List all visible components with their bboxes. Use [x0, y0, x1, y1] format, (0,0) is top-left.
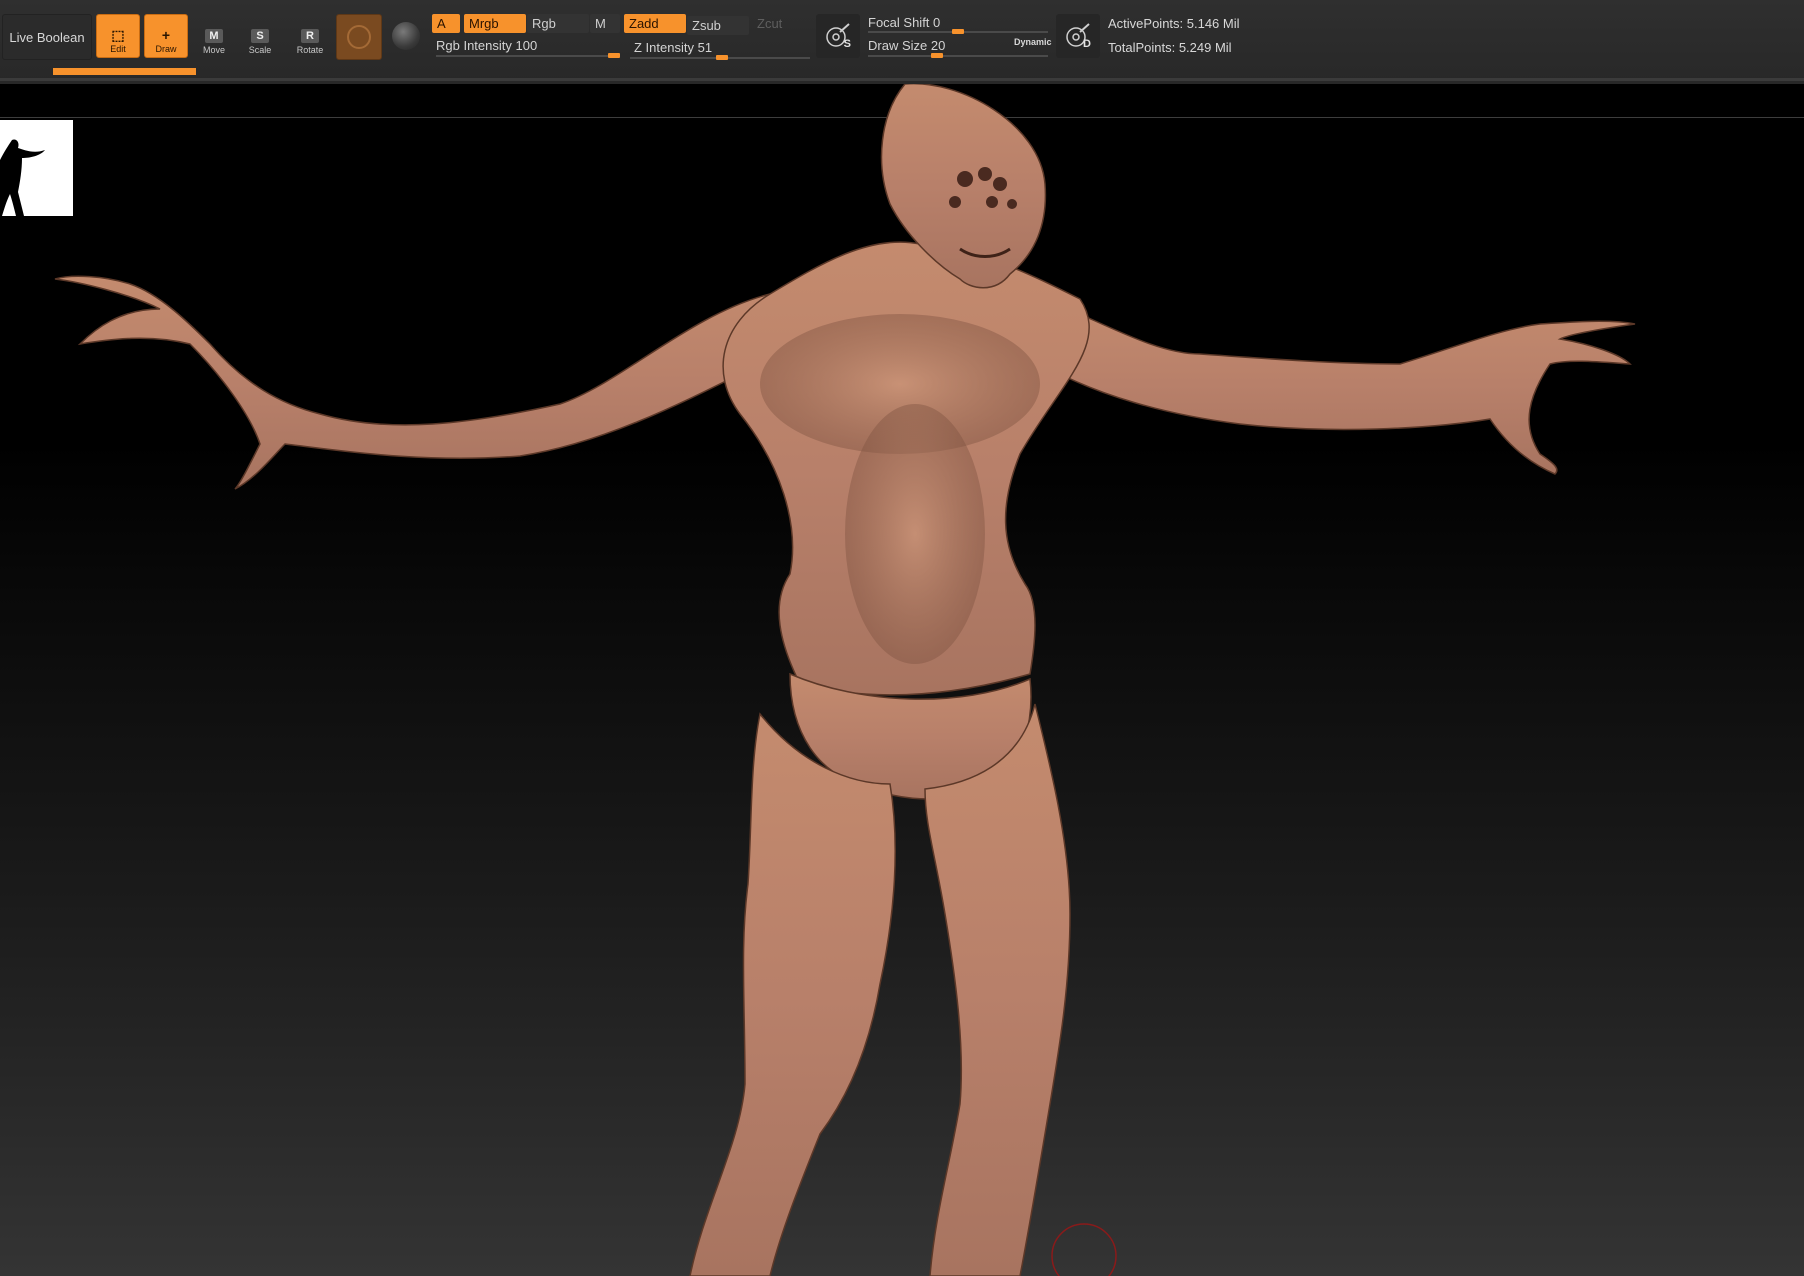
total-points: TotalPoints: 5.249 Mil — [1108, 40, 1232, 55]
document-canvas[interactable] — [0, 84, 1804, 1276]
rgb-label: Rgb — [532, 16, 556, 31]
m-label: M — [595, 16, 606, 31]
material-icon — [347, 25, 371, 49]
active-points: ActivePoints: 5.146 Mil — [1108, 16, 1240, 31]
right-arm — [1028, 292, 1636, 475]
draw-size-track — [868, 55, 1048, 57]
matcap-sphere-icon[interactable] — [392, 22, 420, 50]
move-button[interactable]: M Move — [192, 14, 236, 58]
silhouette-icon — [0, 139, 45, 216]
focal-shift-label: Focal Shift 0 — [868, 15, 941, 30]
material-swatch-button[interactable] — [336, 14, 382, 60]
a-mode-toggle[interactable]: A — [432, 14, 460, 33]
rotate-button[interactable]: R Rotate — [288, 14, 332, 58]
rgb-intensity-label: Rgb Intensity 100 — [436, 38, 538, 53]
right-leg — [924, 703, 1071, 1276]
zsub-label: Zsub — [692, 18, 721, 33]
sculptris-s-button[interactable]: S — [816, 14, 860, 58]
zsub-toggle[interactable]: Zsub — [687, 16, 749, 35]
abdomen-shading — [845, 404, 985, 664]
sculptris-d-button[interactable]: D — [1056, 14, 1100, 58]
left-leg — [689, 712, 896, 1276]
top-shelf: Live Boolean ⬚ Edit + Draw M Move S Scal… — [0, 0, 1804, 85]
rgb-intensity-track — [436, 55, 620, 57]
rgb-intensity-knob[interactable] — [608, 53, 620, 58]
left-arm — [54, 275, 772, 490]
scale-icon: S — [251, 29, 269, 43]
focal-shift-knob[interactable] — [952, 29, 964, 34]
brush-cursor — [1051, 1223, 1117, 1276]
draw-label: Draw — [155, 44, 177, 54]
mrgb-toggle[interactable]: Mrgb — [464, 14, 526, 33]
d-letter: D — [1083, 38, 1091, 50]
rotate-icon: R — [301, 29, 319, 43]
scale-button[interactable]: S Scale — [238, 14, 282, 58]
edit-label: Edit — [110, 44, 126, 54]
s-letter: S — [843, 38, 851, 50]
zcut-label: Zcut — [757, 16, 783, 31]
z-intensity-knob[interactable] — [715, 55, 728, 60]
live-boolean-label: Live Boolean — [9, 29, 85, 45]
creature-sculpt[interactable] — [0, 84, 1804, 1276]
zadd-label: Zadd — [629, 16, 659, 31]
zcut-toggle[interactable]: Zcut — [752, 14, 802, 33]
rgb-toggle[interactable]: Rgb — [527, 14, 589, 33]
live-boolean-button[interactable]: Live Boolean — [2, 14, 92, 60]
m-toggle[interactable]: M — [590, 14, 620, 33]
mrgb-label: Mrgb — [469, 16, 499, 31]
edit-button[interactable]: ⬚ Edit — [96, 14, 140, 58]
z-intensity-label: Z Intensity 51 — [634, 40, 713, 55]
draw-size-label: Draw Size 20 — [868, 38, 946, 53]
active-tab-underline — [53, 68, 196, 75]
zadd-toggle[interactable]: Zadd — [624, 14, 686, 33]
draw-icon: + — [161, 27, 171, 43]
dynamic-toggle[interactable]: Dynamic — [1014, 37, 1052, 47]
move-label: Move — [202, 45, 225, 55]
shelf-divider — [0, 78, 1804, 81]
a-mode-label: A — [437, 16, 446, 31]
move-icon: M — [205, 29, 223, 43]
scale-label: Scale — [248, 45, 272, 55]
edit-icon: ⬚ — [111, 27, 125, 43]
draw-size-knob[interactable] — [931, 53, 944, 58]
draw-button[interactable]: + Draw — [144, 14, 188, 58]
navigator-thumbnail[interactable] — [0, 120, 73, 216]
rotate-label: Rotate — [296, 45, 324, 55]
